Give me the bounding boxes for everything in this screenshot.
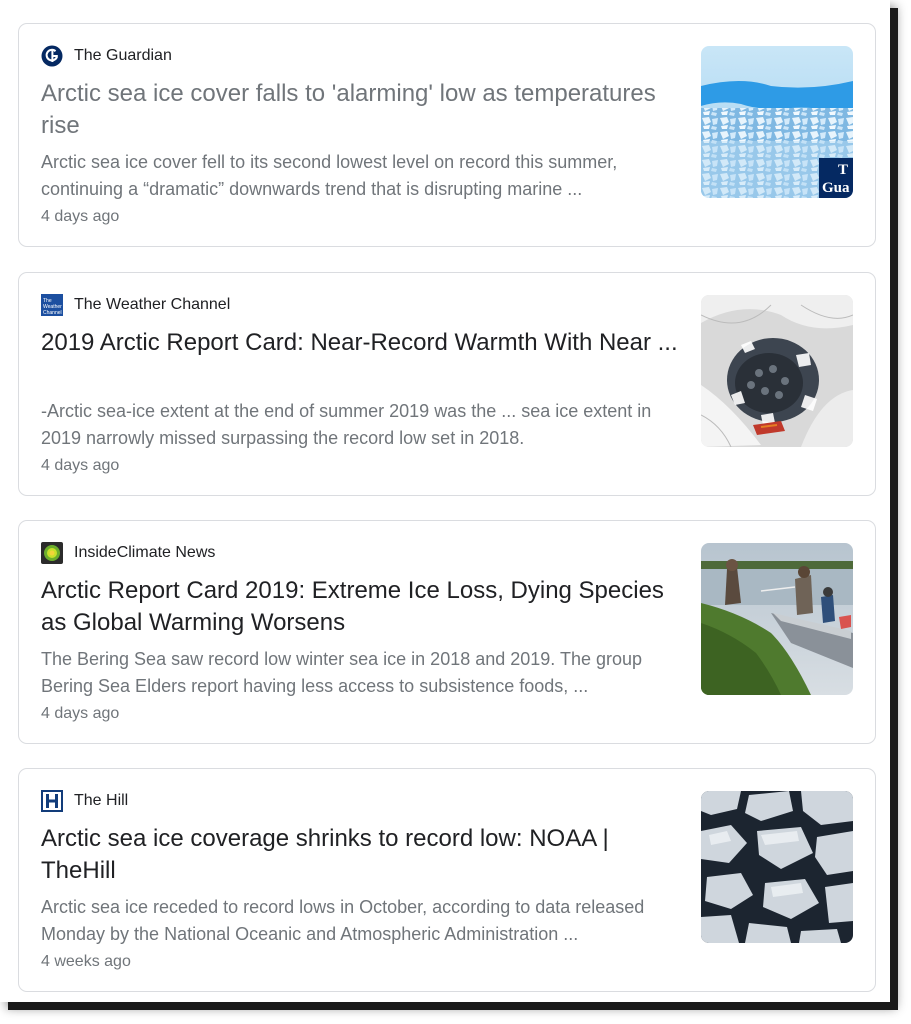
the-hill-logo-icon [41,790,63,812]
news-result-card[interactable]: The Weather Channel The Weather Channel … [18,272,876,496]
result-snippet: Arctic sea ice receded to record lows in… [41,897,645,944]
svg-text:Channel: Channel [43,310,62,316]
result-source: InsideClimate News [41,541,215,565]
source-name: The Weather Channel [74,296,231,313]
result-snippet: -Arctic sea-ice extent at the end of sum… [41,401,652,448]
result-snippet: Arctic sea ice cover fell to its second … [41,152,618,199]
result-source: The Hill [41,789,128,813]
result-age: 4 days ago [41,705,120,722]
result-title-link[interactable]: 2019 Arctic Report Card: Near-Record War… [41,327,681,359]
result-source: The Guardian [41,44,172,68]
news-result-card[interactable]: InsideClimate News Arctic Report Card 20… [18,520,876,744]
guardian-logo-icon [41,45,63,67]
svg-text:Gua: Gua [822,180,850,196]
news-result-card[interactable]: The Hill Arctic sea ice coverage shrinks… [18,768,876,992]
insideclimate-logo-icon [41,542,63,564]
result-snippet: The Bering Sea saw record low winter sea… [41,649,643,696]
result-thumbnail[interactable] [701,543,853,695]
result-title-link[interactable]: Arctic sea ice coverage shrinks to recor… [41,823,681,887]
result-thumbnail[interactable] [701,295,853,447]
source-name: The Guardian [74,47,172,64]
news-results-panel: The Guardian Arctic sea ice cover falls … [0,0,890,1002]
weather-channel-logo-icon: The Weather Channel [41,294,63,316]
source-name: InsideClimate News [74,544,216,561]
result-source: The Weather Channel The Weather Channel [41,293,230,317]
result-thumbnail[interactable] [701,791,853,943]
source-name: The Hill [74,792,129,809]
news-result-card[interactable]: The Guardian Arctic sea ice cover falls … [18,23,876,247]
result-thumbnail[interactable]: T Gua [701,46,853,198]
result-age: 4 weeks ago [41,953,131,970]
result-age: 4 days ago [41,457,120,474]
svg-text:T: T [838,162,848,178]
result-title-link[interactable]: Arctic sea ice cover falls to 'alarming'… [41,78,681,142]
result-age: 4 days ago [41,208,120,225]
result-title-link[interactable]: Arctic Report Card 2019: Extreme Ice Los… [41,575,681,639]
